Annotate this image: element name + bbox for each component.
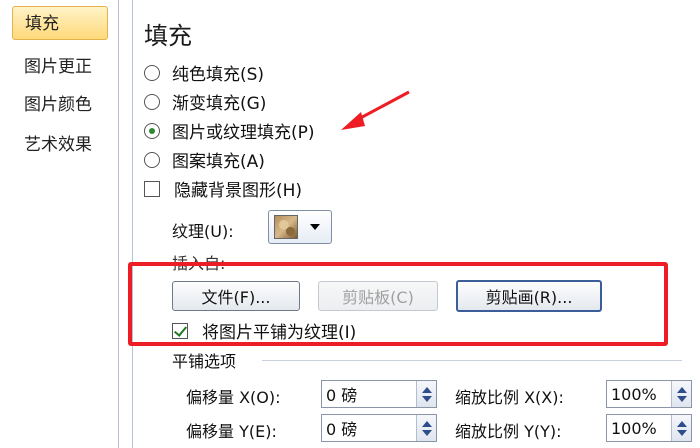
gradient-fill-radio[interactable] <box>144 93 160 110</box>
offset-y-label: 偏移量 Y(E): <box>186 422 277 441</box>
scale-y-value: 100% <box>611 418 657 438</box>
pattern-fill-option[interactable]: 图案填充(A) <box>144 147 265 172</box>
offset-y-value: 0 磅 <box>326 420 358 439</box>
tiling-options-label: 平铺选项 <box>172 352 237 371</box>
offset-y-spin-buttons[interactable] <box>416 415 436 441</box>
panel-divider <box>119 0 133 448</box>
scale-y-spin-buttons[interactable] <box>671 415 691 441</box>
scale-x-label: 缩放比例 X(X): <box>455 388 564 407</box>
offset-x-spin-buttons[interactable] <box>416 381 436 407</box>
arrow-up-icon[interactable] <box>676 386 687 393</box>
sidebar-item-artistic-effects[interactable]: 艺术效果 <box>12 128 108 162</box>
solid-fill-option[interactable]: 纯色填充(S) <box>144 60 264 85</box>
arrow-down-icon[interactable] <box>421 429 432 436</box>
offset-x-label: 偏移量 X(O): <box>186 388 281 407</box>
picture-fill-radio[interactable] <box>144 122 160 139</box>
highlight-box <box>128 262 668 346</box>
hide-background-checkbox[interactable] <box>144 180 160 197</box>
gradient-fill-option[interactable]: 渐变填充(G) <box>144 89 266 114</box>
scale-y-label: 缩放比例 Y(Y): <box>455 422 562 441</box>
group-divider <box>262 360 682 361</box>
hide-background-option[interactable]: 隐藏背景图形(H) <box>144 176 302 201</box>
arrow-up-icon[interactable] <box>421 386 432 393</box>
arrow-down-icon[interactable] <box>421 395 432 402</box>
scale-y-spinner[interactable]: 100% <box>606 414 692 442</box>
texture-swatch <box>274 215 298 239</box>
arrow-down-icon[interactable] <box>676 395 687 402</box>
scale-x-spinner[interactable]: 100% <box>606 380 692 408</box>
sidebar: 填充 图片更正 图片颜色 艺术效果 <box>0 0 119 448</box>
pattern-fill-label: 图案填充(A) <box>172 152 265 172</box>
texture-dropdown[interactable] <box>268 210 332 244</box>
texture-label: 纹理(U): <box>172 222 234 241</box>
offset-x-spinner[interactable]: 0 磅 <box>321 380 437 408</box>
pattern-fill-radio[interactable] <box>144 151 160 168</box>
scale-x-spin-buttons[interactable] <box>671 381 691 407</box>
solid-fill-label: 纯色填充(S) <box>172 65 265 85</box>
picture-fill-label: 图片或纹理填充(P) <box>172 123 315 143</box>
scale-x-value: 100% <box>611 384 657 404</box>
offset-x-value: 0 磅 <box>326 386 358 405</box>
sidebar-item-fill[interactable]: 填充 <box>12 6 108 40</box>
picture-fill-option[interactable]: 图片或纹理填充(P) <box>144 118 315 143</box>
solid-fill-radio[interactable] <box>144 64 160 81</box>
arrow-down-icon[interactable] <box>676 429 687 436</box>
sidebar-item-picture-color[interactable]: 图片颜色 <box>12 88 108 122</box>
chevron-down-icon <box>310 224 320 230</box>
page-title: 填充 <box>144 22 192 50</box>
gradient-fill-label: 渐变填充(G) <box>172 94 267 114</box>
arrow-up-icon[interactable] <box>421 420 432 427</box>
arrow-up-icon[interactable] <box>676 420 687 427</box>
red-arrow-annotation <box>341 90 410 130</box>
hide-background-label: 隐藏背景图形(H) <box>174 181 303 201</box>
sidebar-item-picture-corrections[interactable]: 图片更正 <box>12 50 108 84</box>
offset-y-spinner[interactable]: 0 磅 <box>321 414 437 442</box>
